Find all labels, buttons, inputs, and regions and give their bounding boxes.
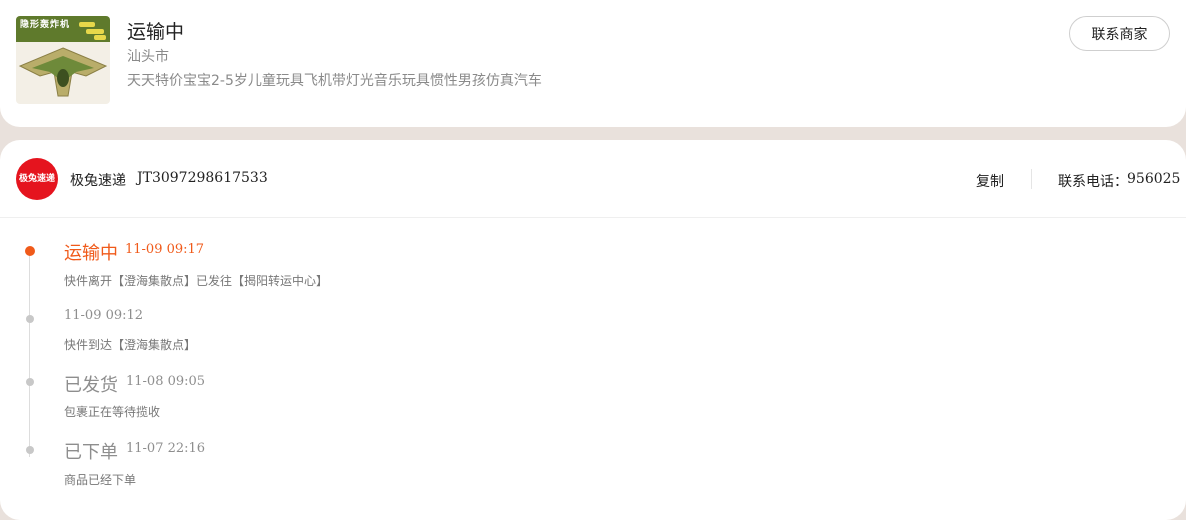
toy-plane-image — [18, 47, 108, 97]
timeline-status: 已下单 — [64, 442, 118, 463]
ship-city: 汕头市 — [127, 49, 169, 65]
timeline-description: 包裹正在等待揽收 — [64, 405, 161, 419]
timeline-time: 11-09 09:17 — [125, 242, 205, 257]
timeline-status: 已发货 — [64, 375, 118, 396]
order-card: 隐形轰炸机 运输中 汕头市 天天特价宝宝2-5岁儿童玩具飞机带灯光音乐玩具惯性男… — [0, 0, 1186, 127]
timeline-description: 商品已经下单 — [64, 473, 137, 487]
product-title[interactable]: 天天特价宝宝2-5岁儿童玩具飞机带灯光音乐玩具惯性男孩仿真汽车 — [127, 70, 542, 90]
divider — [1031, 169, 1032, 189]
timeline-description: 快件离开【澄海集散点】已发往【揭阳转运中心】 — [64, 274, 329, 288]
carrier-name: 极兔速递 — [70, 173, 126, 189]
copy-tracking-button[interactable]: 复制 — [976, 171, 1004, 191]
timeline-line — [29, 252, 30, 457]
carrier-logo: 极兔速递 — [16, 158, 58, 200]
timeline-status: 运输中 — [64, 243, 118, 264]
timeline-dot — [26, 446, 34, 454]
timeline-dot — [26, 315, 34, 323]
timeline-time: 11-07 22:16 — [126, 441, 206, 456]
logistics-card: 极兔速递 极兔速递 JT3097298617533 复制 联系电话： 95602… — [0, 140, 1186, 520]
order-status-title: 运输中 — [127, 21, 185, 43]
product-thumbnail[interactable]: 隐形轰炸机 — [16, 16, 110, 104]
phone-label: 联系电话： — [1058, 174, 1128, 190]
tracking-number: JT3097298617533 — [137, 170, 268, 186]
phone-number[interactable]: 956025 — [1127, 171, 1180, 187]
timeline-description: 快件到达【澄海集散点】 — [64, 338, 197, 352]
timeline-dot — [26, 378, 34, 386]
divider — [0, 217, 1186, 218]
timeline-time: 11-09 09:12 — [64, 308, 144, 323]
timeline-dot-active — [25, 246, 35, 256]
timeline-time: 11-08 09:05 — [126, 374, 206, 389]
contact-merchant-button[interactable]: 联系商家 — [1069, 16, 1170, 51]
